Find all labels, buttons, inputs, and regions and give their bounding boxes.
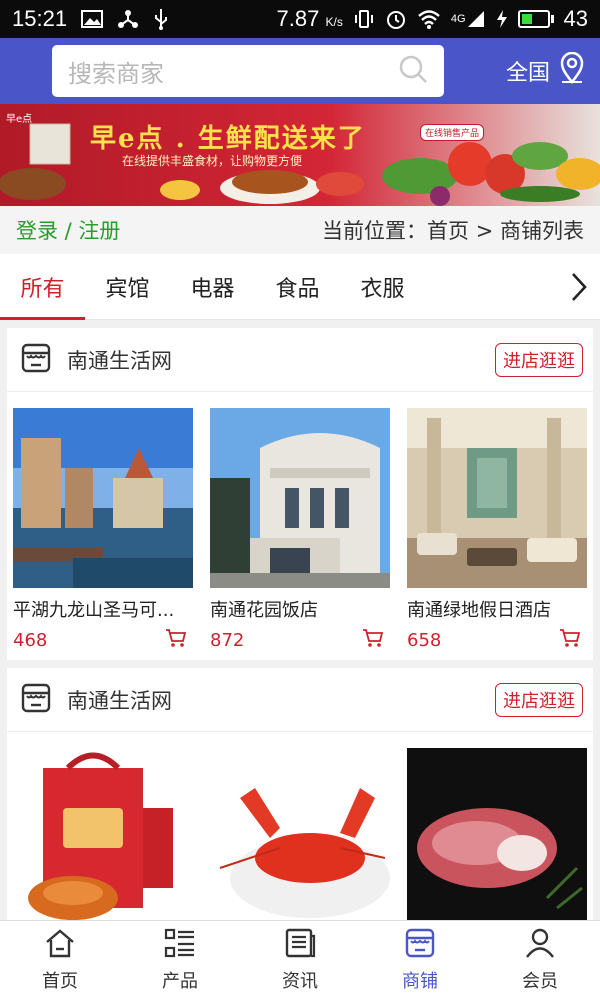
product-title: 南通花园饭店 — [210, 600, 318, 621]
product-image — [210, 748, 390, 920]
usb-icon — [153, 8, 169, 30]
cart-icon[interactable] — [559, 628, 581, 652]
region-selector[interactable]: 全国 — [505, 51, 586, 90]
product-card[interactable]: 平湖九龙山圣马可... 468 — [13, 408, 193, 652]
product-price: 658 — [407, 629, 442, 651]
tab-all[interactable]: 所有 — [0, 254, 85, 321]
wifi-icon — [417, 9, 441, 29]
product-image — [13, 748, 193, 920]
shop-header: 南通生活网 进店逛逛 — [7, 668, 593, 732]
search-placeholder: 搜索商家 — [68, 59, 164, 88]
banner-subtitle: 在线提供丰盛食材，让购物更方便 — [122, 154, 303, 168]
promo-banner[interactable]: 早e点 早e点 . 生鲜配送来了 在线提供丰盛食材，让购物更方便 在线销售产品 — [0, 104, 600, 206]
shop-list: 南通生活网 进店逛逛 平湖九龙山圣马可... 468 南通花园饭店 872 南通… — [0, 320, 600, 920]
shop-card: 南通生活网 进店逛逛 — [7, 668, 593, 920]
bottom-nav: 首页 产品 资讯 商铺 会员 — [0, 920, 600, 1000]
product-image — [407, 408, 587, 588]
tab-food[interactable]: 食品 — [255, 254, 340, 320]
charging-icon — [496, 9, 508, 29]
share-icon — [117, 9, 139, 29]
nav-shops[interactable]: 商铺 — [360, 921, 480, 1000]
chevron-right-icon[interactable] — [568, 271, 590, 307]
region-label: 全国 — [505, 61, 550, 86]
login-register-link[interactable]: 登录 / 注册 — [16, 215, 120, 245]
product-grid: 平湖九龙山圣马可... 468 南通花园饭店 872 南通绿地假日酒店 658 — [7, 392, 593, 660]
banner-title: 早e点 . 生鲜配送来了 — [90, 124, 366, 154]
location-bar: 登录 / 注册 当前位置：首页 > 商铺列表 — [0, 206, 600, 254]
home-icon — [44, 928, 76, 963]
battery-percent: 43 — [563, 6, 588, 31]
banner-brand: 早e点 — [6, 114, 33, 125]
battery-icon — [517, 10, 554, 28]
product-image — [210, 408, 390, 588]
signal-icon: 4G — [451, 9, 486, 29]
category-tabs: 所有 宾馆 电器 食品 衣服 — [0, 254, 600, 321]
shop-card: 南通生活网 进店逛逛 — [7, 328, 593, 660]
image-icon — [81, 10, 104, 28]
tab-clothing[interactable]: 衣服 — [340, 254, 425, 320]
battery-fill — [521, 14, 532, 24]
vibrate-icon — [353, 9, 375, 29]
search-input[interactable]: 搜索商家 — [52, 45, 444, 97]
product-price: 468 — [13, 629, 48, 651]
network-speed: 7.87 K/s — [276, 6, 343, 31]
product-title: 平湖九龙山圣马可... — [13, 600, 175, 621]
search-icon[interactable] — [398, 54, 428, 88]
product-card[interactable] — [13, 748, 193, 920]
product-card[interactable] — [210, 748, 390, 920]
breadcrumb: 当前位置：首页 > 商铺列表 — [322, 219, 584, 243]
nav-label: 资讯 — [282, 971, 318, 992]
nav-label: 首页 — [42, 971, 78, 992]
nav-member[interactable]: 会员 — [480, 921, 600, 1000]
network-type: 4G — [450, 13, 466, 25]
top-header: 搜索商家 全国 — [0, 38, 600, 104]
news-icon — [284, 928, 316, 963]
product-card[interactable]: 南通花园饭店 872 — [210, 408, 390, 652]
shop-icon — [404, 928, 436, 963]
nav-label: 产品 — [162, 971, 198, 992]
enter-shop-button[interactable]: 进店逛逛 — [495, 682, 583, 717]
alarm-icon — [385, 8, 407, 30]
product-grid — [7, 732, 593, 920]
storefront-icon — [21, 683, 51, 717]
shop-header: 南通生活网 进店逛逛 — [7, 328, 593, 392]
nav-home[interactable]: 首页 — [0, 921, 120, 1000]
nav-label: 会员 — [522, 971, 558, 992]
product-image — [407, 748, 587, 920]
nav-products[interactable]: 产品 — [120, 921, 240, 1000]
storefront-icon — [21, 343, 51, 377]
location-pin-icon — [558, 51, 586, 90]
list-icon — [164, 928, 196, 963]
banner-tag: 在线销售产品 — [420, 124, 485, 141]
nav-label: 商铺 — [402, 971, 438, 992]
tab-electronics[interactable]: 电器 — [170, 254, 255, 320]
product-card[interactable] — [407, 748, 587, 920]
product-image — [13, 408, 193, 588]
product-price: 872 — [210, 629, 245, 651]
user-icon — [524, 928, 556, 963]
product-title: 南通绿地假日酒店 — [407, 600, 551, 621]
nav-news[interactable]: 资讯 — [240, 921, 360, 1000]
enter-shop-button[interactable]: 进店逛逛 — [495, 342, 583, 377]
app-screen: 15:21 7.87 K/s 4G 43 搜索商家 全国 早e点 早e点 . 生… — [0, 0, 600, 1000]
status-bar: 15:21 7.87 K/s 4G 43 — [0, 0, 600, 38]
cart-icon[interactable] — [165, 628, 187, 652]
cart-icon[interactable] — [362, 628, 384, 652]
product-card[interactable]: 南通绿地假日酒店 658 — [407, 408, 587, 652]
shop-name: 南通生活网 — [67, 688, 172, 713]
shop-name: 南通生活网 — [67, 348, 172, 373]
status-time: 15:21 — [12, 6, 68, 31]
tab-hotel[interactable]: 宾馆 — [85, 254, 170, 320]
